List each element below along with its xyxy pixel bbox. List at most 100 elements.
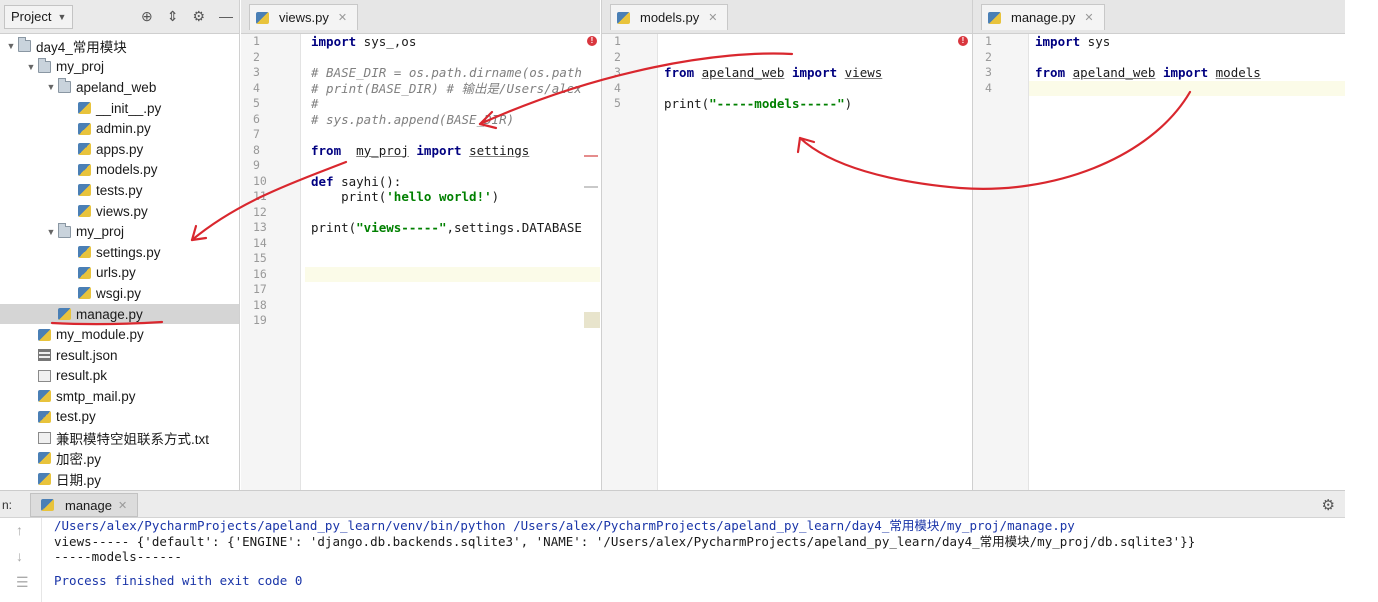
expand-arrow-icon[interactable]: ▼ — [44, 227, 58, 237]
close-icon[interactable]: ✕ — [708, 11, 717, 24]
gear-icon[interactable]: ⚙ — [192, 8, 205, 25]
console-output-line: -----models------ — [54, 549, 182, 564]
tree-item[interactable]: ▼ my_proj — [0, 57, 239, 78]
expand-arrow-icon[interactable]: ▼ — [4, 41, 18, 51]
tree-item[interactable]: urls.py — [0, 263, 239, 284]
editor-pane-views: views.py ✕ 1 2 3 4 5 6 7 8 9 10 11 12 13 14 15 16 17 18 19… — [241, 0, 600, 490]
line-number: 9 — [253, 158, 260, 172]
tree-item[interactable]: ▼ day4_常用模块 — [0, 36, 239, 57]
soft-wrap-icon[interactable]: ☰ — [16, 574, 29, 591]
console-exit-message: Process finished with exit code 0 — [54, 572, 303, 588]
tree-item[interactable]: 加密.py — [0, 448, 239, 469]
editor-pane-models: models.py ✕ 12345 from apeland_web impor… — [601, 0, 972, 490]
code-token: print( — [664, 96, 710, 111]
code-line: # sys.path.append(BASE_DIR) — [305, 112, 600, 128]
code-area[interactable]: from apeland_web import views print("----… — [658, 34, 972, 490]
code-token: # sys.path.append(BASE_DIR) — [311, 111, 515, 127]
tree-item[interactable]: ▼ apeland_web — [0, 77, 239, 98]
python-file-icon — [78, 184, 91, 197]
error-indicator-icon[interactable]: ! — [587, 36, 597, 46]
line-number: 10 — [253, 173, 267, 188]
arrow-up-icon[interactable]: ↑ — [16, 522, 23, 538]
tree-item-label: 兼职模特空姐联系方式.txt — [56, 431, 210, 447]
tree-item[interactable]: my_module.py — [0, 324, 239, 345]
editor-pane-manage: manage.py ✕ 1234 import sys from apeland_… — [972, 0, 1345, 490]
editor-tab-manage[interactable]: manage.py ✕ — [981, 4, 1105, 30]
warning-stripe-marker[interactable] — [584, 186, 598, 188]
tree-item[interactable]: test.py — [0, 407, 239, 428]
code-line: # — [305, 96, 600, 112]
editor-tab-views[interactable]: views.py ✕ — [249, 4, 359, 30]
tree-item[interactable]: smtp_mail.py — [0, 386, 239, 407]
tree-item[interactable]: tests.py — [0, 180, 239, 201]
collapse-all-icon[interactable]: ⇕ — [167, 8, 179, 25]
close-icon[interactable]: ✕ — [1084, 11, 1093, 24]
error-stripe-marker[interactable] — [584, 155, 598, 157]
file-icon — [38, 349, 51, 362]
tree-item[interactable]: wsgi.py — [0, 283, 239, 304]
code-token: ,settings.DATABASE — [446, 220, 582, 235]
minimize-icon[interactable]: — — [219, 8, 233, 25]
project-view-label: Project — [11, 9, 52, 24]
line-number: 4 — [985, 80, 992, 95]
line-number: 3 — [985, 65, 992, 79]
console-output[interactable]: /Users/alex/PycharmProjects/apeland_py_l… — [54, 518, 1195, 588]
arrow-down-icon[interactable]: ↓ — [16, 548, 23, 564]
code-token: from — [311, 142, 342, 158]
tree-item[interactable]: views.py — [0, 201, 239, 222]
editor-tab-label: views.py — [279, 10, 329, 25]
gear-icon[interactable]: ⚙ — [1322, 496, 1335, 514]
close-icon[interactable]: ✕ — [118, 499, 127, 512]
tree-item[interactable]: 兼职模特空姐联系方式.txt — [0, 427, 239, 448]
python-file-icon — [78, 143, 91, 156]
project-view-selector[interactable]: Project ▼ — [4, 4, 74, 29]
tree-item[interactable]: manage.py — [0, 303, 239, 325]
locate-target-icon[interactable]: ⊕ — [141, 8, 153, 25]
tree-item[interactable]: settings.py — [0, 242, 239, 263]
line-number-gutter: 12345 — [602, 34, 658, 490]
code-line: from my_proj import settings — [305, 143, 600, 159]
code-token: def — [311, 173, 334, 189]
python-file-icon — [58, 308, 71, 321]
code-area[interactable]: import sys_,os # BASE_DIR = os.path.dirna… — [305, 34, 600, 490]
close-icon[interactable]: ✕ — [338, 11, 347, 24]
error-indicator-icon[interactable]: ! — [958, 36, 968, 46]
tree-item[interactable]: __init__.py — [0, 98, 239, 119]
python-file-icon — [78, 122, 91, 135]
line-number: 16 — [253, 266, 267, 281]
code-token: import — [311, 34, 357, 49]
tree-item[interactable]: ▼ my_proj — [0, 221, 239, 242]
line-number: 19 — [253, 313, 267, 327]
tree-item[interactable]: result.json — [0, 345, 239, 366]
code-token: sys_,os — [356, 34, 417, 49]
line-number: 13 — [253, 220, 267, 234]
expand-arrow-icon[interactable]: ▼ — [24, 62, 38, 72]
folder-icon — [18, 37, 31, 53]
tree-item[interactable]: admin.py — [0, 118, 239, 139]
tree-item[interactable]: result.pk — [0, 366, 239, 387]
line-number: 8 — [253, 142, 260, 157]
tree-item-label: __init__.py — [96, 100, 162, 116]
console-command-line: /Users/alex/PycharmProjects/apeland_py_l… — [54, 518, 1075, 533]
run-tab-manage[interactable]: manage ✕ — [30, 493, 139, 517]
code-area[interactable]: import sys from apeland_web import models — [1029, 34, 1345, 490]
python-file-icon — [78, 246, 91, 259]
tree-item[interactable]: apps.py — [0, 139, 239, 160]
code-line: print('hello world!') — [305, 189, 600, 205]
code-token: apeland_web — [1072, 65, 1156, 80]
tree-item[interactable]: 日期.py — [0, 468, 239, 489]
caret-row-marker — [584, 312, 600, 328]
tree-item[interactable]: models.py — [0, 160, 239, 181]
chevron-down-icon: ▼ — [57, 11, 67, 22]
expand-arrow-icon[interactable]: ▼ — [44, 82, 58, 92]
tree-item-label: result.json — [56, 347, 118, 363]
editor-tab-models[interactable]: models.py ✕ — [610, 4, 729, 30]
python-file-icon — [38, 328, 51, 341]
